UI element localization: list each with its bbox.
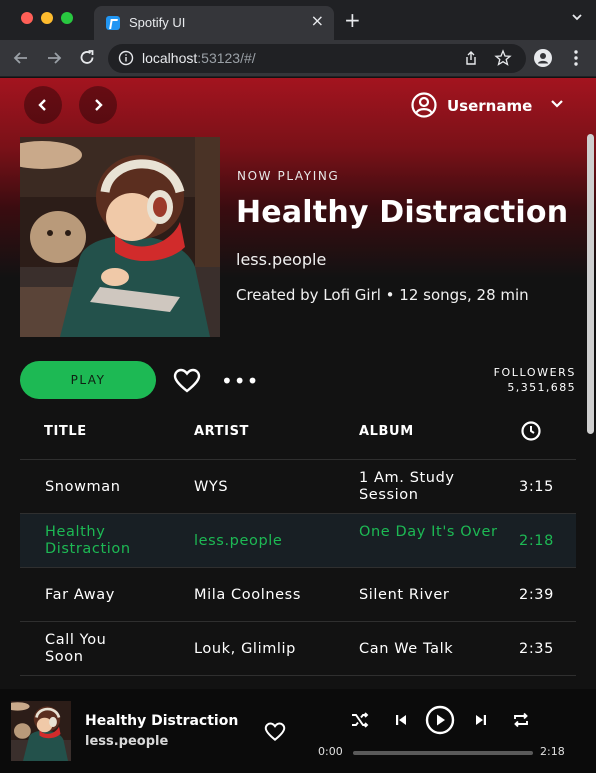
chevron-down-icon[interactable] [550,99,564,109]
column-header-title[interactable]: TITLE [44,424,87,439]
url-text: localhost:53123/#/ [142,50,256,66]
clock-icon[interactable] [520,420,542,442]
account-circle-icon[interactable] [411,92,437,118]
track-album: 1 Am. Study Session [359,470,455,503]
tab-close-icon[interactable]: × [311,13,324,29]
player-cover-art[interactable] [11,701,71,761]
play-circle-icon[interactable] [425,705,455,735]
address-bar[interactable]: localhost:53123/#/ [108,44,526,73]
window-close-button[interactable] [21,12,33,24]
forward-arrow-icon[interactable] [44,48,64,68]
window-zoom-button[interactable] [61,12,73,24]
page-scrollbar[interactable] [587,134,594,434]
track-artist: less.people [194,533,283,549]
back-arrow-icon[interactable] [11,48,31,68]
now-playing-label: NOW PLAYING [237,169,340,183]
spotify-app: Username NOW PLAYING Healthy Distraction… [0,78,596,773]
track-artist: WYS [194,479,229,495]
track-title: Healthy Distraction [45,524,131,557]
track-duration: 2:18 [519,533,554,549]
browser-toolbar: localhost:53123/#/ [0,40,596,77]
flutter-favicon-icon [106,16,120,30]
share-icon[interactable] [462,49,480,67]
browser-menu-icon[interactable] [566,48,586,68]
more-options-button[interactable]: ••• [221,371,259,391]
heart-outline-icon[interactable] [173,368,201,394]
new-tab-button[interactable]: + [344,10,361,30]
player-heart-icon[interactable] [264,722,286,742]
track-duration: 3:15 [519,479,554,495]
track-row[interactable]: Call You Soon Louk, Glimlip Can We Talk … [20,621,576,675]
play-button[interactable]: PLAY [20,361,156,399]
progress-bar[interactable] [353,751,533,755]
track-album: Can We Talk [359,641,454,657]
tab-title: Spotify UI [129,15,186,30]
track-title: Far Away [45,587,115,603]
tab-search-chevron-icon[interactable] [572,12,582,22]
site-info-icon[interactable] [117,49,135,67]
track-album: One Day It's Over [359,524,498,540]
skip-next-icon[interactable] [471,710,491,730]
player-track-title[interactable]: Healthy Distraction [85,713,238,729]
window-minimize-button[interactable] [41,12,53,24]
browser-tab-strip: Spotify UI × + [0,0,596,40]
username-label[interactable]: Username [447,97,532,115]
elapsed-time: 0:00 [318,745,343,758]
shuffle-icon[interactable] [350,710,370,730]
chevron-left-icon [38,99,46,111]
total-duration: 2:18 [540,745,565,758]
track-row-active[interactable]: Healthy Distraction less.people One Day … [20,513,576,567]
reload-icon[interactable] [77,48,97,68]
track-row[interactable]: Snowman WYS 1 Am. Study Session 3:15 [20,459,576,513]
back-button[interactable] [24,86,62,124]
column-header-artist[interactable]: ARTIST [194,424,249,439]
chevron-right-icon [95,99,103,111]
browser-tab[interactable]: Spotify UI × [94,6,334,40]
playlist-cover-art [20,137,220,337]
track-duration: 2:35 [519,641,554,657]
track-row[interactable]: Far Away Mila Coolness Silent River 2:39 [20,567,576,621]
playlist-title: Healthy Distraction [236,195,569,230]
track-album: Silent River [359,587,450,603]
forward-button[interactable] [79,86,117,124]
track-title: Snowman [45,479,121,495]
skip-previous-icon[interactable] [391,710,411,730]
repeat-icon[interactable] [511,710,531,730]
track-title: Call You Soon [45,632,107,665]
profile-icon[interactable] [533,48,553,68]
track-artist: Mila Coolness [194,587,301,603]
followers-label: FOLLOWERS [493,366,576,379]
playlist-meta: Created by Lofi Girl • 12 songs, 28 min [236,286,529,304]
bookmark-star-icon[interactable] [494,49,512,67]
followers-count: 5,351,685 [507,381,576,394]
track-artist: Louk, Glimlip [194,641,296,657]
track-duration: 2:39 [519,587,554,603]
playlist-artist[interactable]: less.people [236,250,326,269]
column-header-album[interactable]: ALBUM [359,424,414,439]
player-bar: Healthy Distraction less.people 0:00 2:1… [0,689,596,773]
player-track-artist[interactable]: less.people [85,734,168,749]
